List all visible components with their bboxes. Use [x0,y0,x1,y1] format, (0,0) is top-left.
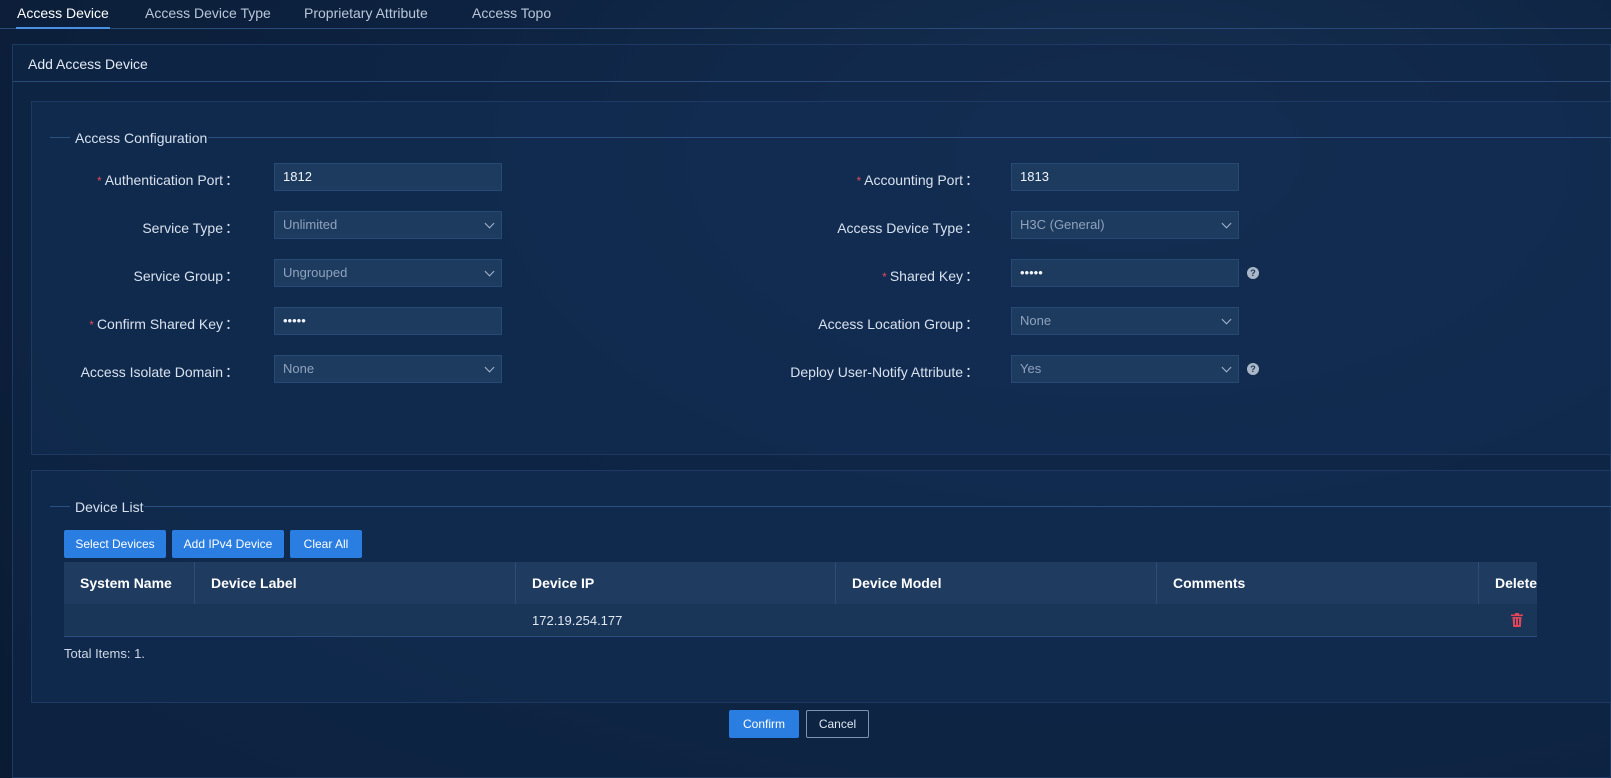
tab-access-device-type[interactable]: Access Device Type [145,5,271,29]
divider [208,137,1611,138]
chevron-down-icon [1221,362,1232,373]
accounting-port-label: * Accounting Port： [856,172,979,188]
service-type-select[interactable]: Unlimited [274,211,502,239]
cell-device-model [836,604,1157,637]
tab-access-topo[interactable]: Access Topo [472,5,551,29]
required-mark: * [97,174,102,188]
accounting-port-input[interactable]: 1813 [1011,163,1239,191]
tab-access-device[interactable]: Access Device [16,5,110,29]
device-table: System Name Device Label Device IP Devic… [64,562,1537,637]
column-header-system-name: System Name [64,562,195,604]
confirm-shared-key-input[interactable]: ••••• [274,307,502,335]
select-devices-button[interactable]: Select Devices [64,530,166,558]
access-isolate-domain-label: Access Isolate Domain： [80,364,239,380]
tab-proprietary-attribute[interactable]: Proprietary Attribute [304,5,428,29]
device-list-legend: Device List [75,499,144,515]
service-group-select[interactable]: Ungrouped [274,259,502,287]
access-isolate-domain-select[interactable]: None [274,355,502,383]
required-mark: * [882,270,887,284]
help-icon[interactable]: ? [1247,267,1259,279]
deploy-user-notify-attribute-label: Deploy User-Notify Attribute： [790,364,979,380]
shared-key-input[interactable]: ••••• [1011,259,1239,287]
authentication-port-label: * Authentication Port： [97,172,239,188]
add-ipv4-device-button[interactable]: Add IPv4 Device [172,530,284,558]
table-row: 172.19.254.177 [64,604,1537,637]
chevron-down-icon [484,266,495,277]
divider [144,506,1611,507]
help-icon[interactable]: ? [1247,363,1259,375]
column-header-device-label: Device Label [195,562,516,604]
top-tab-bar: Access Device Access Device Type Proprie… [0,0,1611,29]
access-device-type-label: Access Device Type： [837,220,979,236]
access-configuration-panel: Access Configuration * Authentication Por… [31,101,1611,455]
cell-system-name [64,604,195,637]
chevron-down-icon [1221,218,1232,229]
required-mark: * [856,174,862,188]
cell-device-label [195,604,516,637]
total-items-text: Total Items: 1. [64,646,145,661]
chevron-down-icon [1221,314,1232,325]
clear-all-button[interactable]: Clear All [290,530,362,558]
shared-key-label: * Shared Key： [882,268,979,284]
chevron-down-icon [484,362,495,373]
access-configuration-legend: Access Configuration [75,130,208,146]
access-location-group-label: Access Location Group： [818,316,979,332]
deploy-user-notify-attribute-select[interactable]: Yes [1011,355,1239,383]
table-header: System Name Device Label Device IP Devic… [64,562,1537,604]
access-device-type-select[interactable]: H3C (General) [1011,211,1239,239]
column-header-delete: Delete [1495,575,1537,591]
chevron-down-icon [484,218,495,229]
divider [50,506,70,507]
authentication-port-input[interactable]: 1812 [274,163,502,191]
access-location-group-select[interactable]: None [1011,307,1239,335]
service-type-label: Service Type： [142,220,239,236]
confirm-button[interactable]: Confirm [729,710,799,738]
cell-device-ip: 172.19.254.177 [532,613,623,628]
column-header-comments: Comments [1157,562,1479,604]
add-access-device-page: Add Access Device Access Configuration *… [12,44,1611,778]
confirm-shared-key-label: * Confirm Shared Key： [89,316,239,332]
service-group-label: Service Group： [133,268,239,284]
column-header-device-ip: Device IP [516,562,836,604]
trash-icon[interactable] [1511,613,1523,627]
cell-comments [1157,604,1479,637]
page-title: Add Access Device [28,56,148,72]
divider [50,137,70,138]
divider [13,81,1610,82]
required-mark: * [89,318,94,332]
cancel-button[interactable]: Cancel [806,710,869,738]
device-list-panel: Device List Select Devices Add IPv4 Devi… [31,470,1611,703]
column-header-device-model: Device Model [836,562,1157,604]
